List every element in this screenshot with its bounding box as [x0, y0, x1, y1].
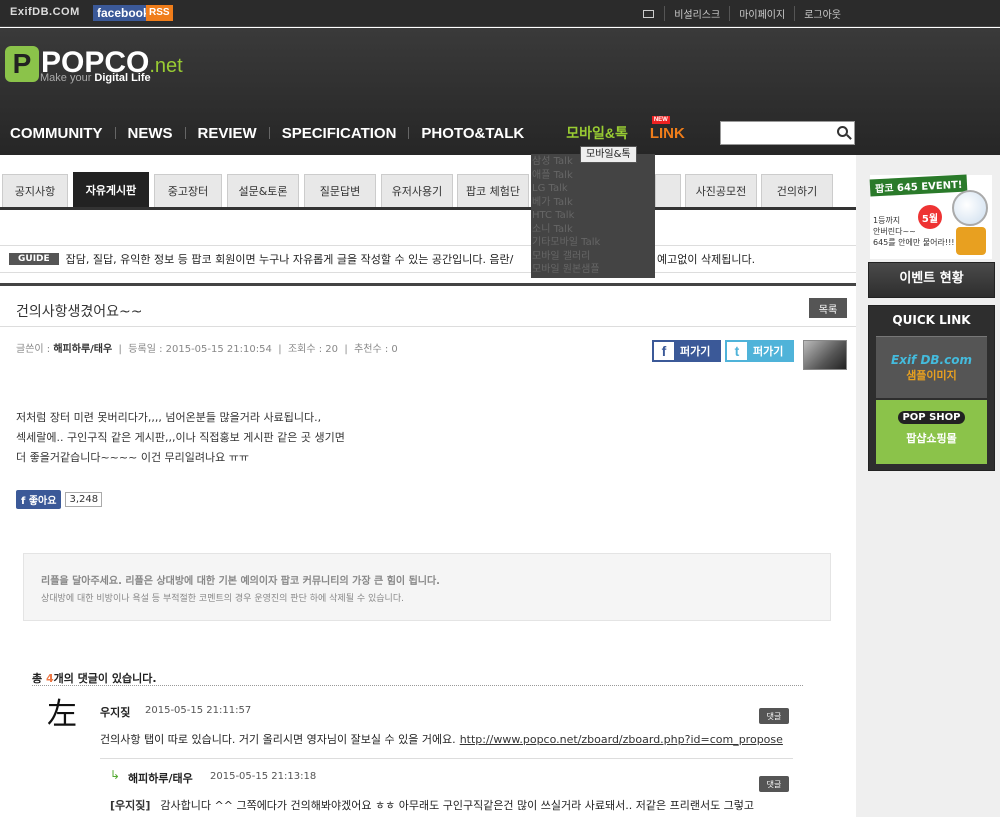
menu-item-htc[interactable]: HTC Talk: [532, 209, 654, 223]
like-count: 3,248: [65, 492, 103, 507]
event-banner[interactable]: 팝코 645 EVENT! 5월 1등까지 안버린다~~ 645를 안에만 물어…: [869, 174, 992, 259]
tab-survey[interactable]: 설문&토론: [227, 174, 299, 207]
nav-mobile-talk[interactable]: 모바일&톡: [566, 123, 628, 143]
guide-bar: GUIDE 잡담, 질답, 유익한 정보 등 팝코 회원이면 누구나 자유롭게 …: [0, 245, 856, 273]
nav-review[interactable]: REVIEW: [185, 125, 257, 142]
post-title: 건의사항생겼어요~~: [16, 304, 143, 320]
gacha-machine-icon: [952, 190, 988, 226]
new-badge: NEW: [651, 115, 670, 124]
tab-hidden[interactable]: [655, 174, 681, 207]
comment-date: 2015-05-15 21:11:57: [145, 705, 252, 716]
nav-specification[interactable]: SPECIFICATION: [269, 125, 397, 142]
nav-community[interactable]: COMMUNITY: [10, 125, 103, 142]
facebook-icon: f: [654, 342, 674, 360]
event-status-button[interactable]: 이벤트 현황: [868, 262, 995, 298]
menu-item-samples[interactable]: 모바일 원본샘플: [532, 263, 654, 277]
reply-button-2[interactable]: 댓글: [759, 776, 789, 792]
mobile-talk-menu: 삼성 Talk 애플 Talk LG Talk 베가 Talk HTC Talk…: [531, 154, 655, 278]
tab-photo-contest[interactable]: 사진공모전: [685, 174, 757, 207]
share-facebook-button[interactable]: f 퍼가기: [652, 340, 721, 362]
search-input[interactable]: [720, 121, 855, 145]
quick-link-panel: QUICK LINK Exif DB.com 샘플이미지 POP SHOP 팝샵…: [868, 305, 995, 471]
comment-text: 건의사항 탭이 따로 있습니다. 거기 올리시면 영자님이 잘보실 수 있을 거…: [100, 733, 783, 746]
comment-link[interactable]: http://www.popco.net/zboard/zboard.php?i…: [460, 733, 783, 746]
post-header: 건의사항생겼어요~~ 목록: [0, 283, 856, 327]
top-link-blacklist[interactable]: 비설리스크: [664, 6, 729, 21]
gacha-base-icon: [956, 227, 986, 255]
mail-icon[interactable]: [643, 9, 655, 18]
header: P POPCO.net Make your Digital Life COMMU…: [0, 28, 1000, 155]
tab-qna[interactable]: 질문답변: [304, 174, 376, 207]
commenter-icon: 左: [47, 697, 77, 732]
reply-author[interactable]: 해피하루/태우: [128, 770, 193, 786]
reply-button[interactable]: 댓글: [759, 708, 789, 724]
tab-experience[interactable]: 팝코 체험단: [457, 174, 529, 207]
notice-sub: 상대방에 대한 비방이나 욕설 등 부적절한 코멘트의 경우 운영진의 판단 하…: [41, 594, 404, 604]
tab-suggestion[interactable]: 건의하기: [761, 174, 833, 207]
tab-market[interactable]: 중고장터: [154, 174, 222, 207]
share-twitter-button[interactable]: t 퍼가기: [725, 340, 794, 362]
like-widget: f 좋아요 3,248: [16, 490, 103, 509]
event-sub: 1등까지 안버린다~~ 645를 안에만 물어라!!!: [873, 216, 955, 247]
quick-link-exifdb[interactable]: Exif DB.com 샘플이미지: [876, 336, 987, 398]
like-button[interactable]: f 좋아요: [16, 490, 62, 509]
top-links: 비설리스크 마이페이지 로그아웃: [643, 0, 850, 27]
search-icon[interactable]: [837, 126, 848, 137]
reply-date: 2015-05-15 21:13:18: [210, 771, 317, 782]
tab-notice[interactable]: 공지사항: [2, 174, 68, 207]
guide-text-end: 예고없이 삭제됩니다.: [657, 253, 756, 266]
logo-slogan: Make your Digital Life: [40, 72, 151, 84]
top-link-logout[interactable]: 로그아웃: [794, 6, 850, 21]
comments-count: 총 4개의 댓글이 있습니다.: [32, 670, 803, 686]
facebook-link[interactable]: facebook: [93, 5, 154, 21]
menu-item-vega[interactable]: 베가 Talk: [532, 196, 654, 210]
menu-item-lg[interactable]: LG Talk: [532, 182, 654, 196]
comment-author[interactable]: 우지짖: [100, 704, 130, 720]
comment-divider: [100, 758, 793, 759]
top-bar: ExifDB.COM facebook RSS 비설리스크 마이페이지 로그아웃: [0, 0, 1000, 27]
list-button[interactable]: 목록: [809, 298, 847, 318]
menu-tooltip: 모바일&톡: [580, 146, 637, 163]
post-body: 저처럼 장터 미련 못버리다가,,,, 넘어온분들 많을거라 사료됩니다., 섹…: [16, 411, 345, 464]
author-avatar[interactable]: [803, 340, 847, 370]
reply-text: [우지짖] 감사합니다 ^^ 그쪽에다가 건의해봐야겠어요 ㅎㅎ 아무래도 구인구…: [110, 799, 755, 812]
post-meta: 글쓴이 : 해피하루/태우 | 등록일 : 2015-05-15 21:10:5…: [16, 344, 398, 355]
quick-link-popshop[interactable]: POP SHOP 팝샵쇼핑몰: [876, 400, 987, 464]
tab-free-board[interactable]: 자유게시판: [73, 172, 149, 207]
event-title: 팝코 645 EVENT!: [869, 174, 968, 197]
top-link-mypage[interactable]: 마이페이지: [729, 6, 794, 21]
notice-title: 리플을 달아주세요. 리플은 상대방에 대한 기본 예의이자 팝코 커뮤니티의 …: [41, 576, 440, 587]
guide-text: 잡담, 질답, 유익한 정보 등 팝코 회원이면 누구나 자유롭게 글을 작성할…: [65, 253, 514, 266]
menu-item-apple[interactable]: 애플 Talk: [532, 169, 654, 183]
nav-phototalk[interactable]: PHOTO&TALK: [408, 125, 524, 142]
menu-item-gallery[interactable]: 모바일 갤러리: [532, 250, 654, 264]
guide-badge: GUIDE: [9, 253, 59, 265]
post-author[interactable]: 해피하루/태우: [53, 344, 112, 355]
menu-item-other[interactable]: 기타모바일 Talk: [532, 236, 654, 250]
twitter-icon: t: [727, 342, 747, 360]
main-nav: COMMUNITY NEWS REVIEW SPECIFICATION PHOT…: [10, 115, 697, 143]
comment-notice: 리플을 달아주세요. 리플은 상대방에 대한 기본 예의이자 팝코 커뮤니티의 …: [23, 553, 831, 621]
board-tabs: 공지사항 자유게시판 중고장터 설문&토론 질문답변 유저사용기 팝코 체험단 …: [0, 172, 856, 210]
logo-p-mark: P: [5, 46, 39, 82]
tab-user-review[interactable]: 유저사용기: [381, 174, 453, 207]
nav-link[interactable]: NEW LINK: [650, 115, 685, 142]
exifdb-logo[interactable]: ExifDB.COM: [10, 6, 80, 18]
quick-link-title: QUICK LINK: [892, 313, 971, 327]
nav-news[interactable]: NEWS: [115, 125, 173, 142]
menu-item-sony[interactable]: 소니 Talk: [532, 223, 654, 237]
reply-arrow-icon: ↳: [110, 768, 121, 782]
rss-link[interactable]: RSS: [146, 5, 173, 21]
